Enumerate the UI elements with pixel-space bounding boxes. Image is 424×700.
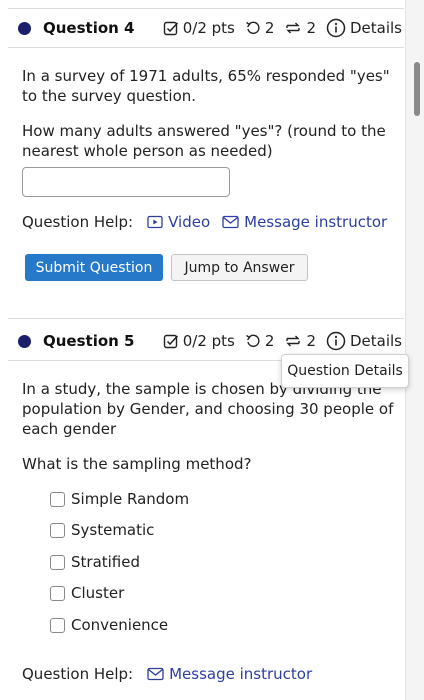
retry-icon [245, 20, 261, 36]
option-checkbox[interactable] [50, 522, 65, 538]
mail-icon [222, 215, 239, 229]
retries-count: 2 [264, 19, 275, 37]
scrollbar-thumb[interactable] [414, 62, 420, 116]
message-instructor-link[interactable]: Message instructor [222, 213, 387, 231]
top-divider [8, 8, 404, 9]
question-status-dot [18, 334, 31, 348]
submit-question-button[interactable]: Submit Question [25, 254, 163, 281]
details-link[interactable]: Details [350, 332, 402, 350]
option-stratified[interactable]: Stratified [50, 553, 140, 571]
video-icon [147, 215, 163, 229]
info-icon[interactable] [326, 18, 346, 38]
jump-to-answer-button[interactable]: Jump to Answer [171, 254, 308, 281]
question-4-header-divider [8, 47, 404, 48]
question-status-dot [18, 21, 31, 35]
question-5-header: Question 5 0/2 pts 2 2 Details [18, 328, 402, 354]
attempts-icon [284, 333, 302, 349]
option-checkbox[interactable] [50, 617, 65, 633]
option-checkbox[interactable] [50, 491, 65, 507]
answer-input[interactable] [22, 167, 230, 197]
video-link-label: Video [168, 213, 211, 231]
info-icon[interactable] [326, 331, 346, 351]
question-meta: 0/2 pts 2 2 Details [163, 331, 402, 351]
option-checkbox[interactable] [50, 554, 65, 570]
retries-count: 2 [264, 332, 275, 350]
section-divider [8, 318, 404, 319]
retry-icon [245, 333, 261, 349]
question-4-header: Question 4 0/2 pts 2 2 Details [18, 15, 402, 41]
option-label: Simple Random [71, 490, 190, 508]
question-4-help: Question Help: Video Message instructor [22, 213, 399, 231]
option-convenience[interactable]: Convenience [50, 616, 168, 634]
question-title: Question 5 [43, 332, 135, 350]
question-4-prompt: How many adults answered "yes"? (round t… [22, 122, 386, 160]
details-link[interactable]: Details [350, 19, 402, 37]
help-label: Question Help: [22, 665, 134, 683]
option-label: Convenience [71, 616, 169, 634]
option-systematic[interactable]: Systematic [50, 521, 154, 539]
attempts-count: 2 [306, 332, 316, 350]
question-5-prompt: What is the sampling method? [22, 455, 252, 473]
points-text: 0/2 pts [182, 332, 235, 350]
message-instructor-label: Message instructor [244, 213, 388, 231]
help-label: Question Help: [22, 213, 134, 231]
question-4-text: In a survey of 1971 adults, 65% responde… [22, 67, 390, 105]
points-text: 0/2 pts [182, 19, 235, 37]
question-details-tooltip: Question Details [281, 354, 409, 388]
question-title: Question 4 [43, 19, 135, 37]
option-checkbox[interactable] [50, 585, 65, 601]
question-meta: 0/2 pts 2 2 Details [163, 18, 402, 38]
attempts-icon [284, 20, 302, 36]
attempts-count: 2 [306, 19, 316, 37]
option-label: Systematic [71, 521, 155, 539]
option-simple-random[interactable]: Simple Random [50, 490, 189, 508]
message-instructor-label: Message instructor [169, 665, 313, 683]
score-checkbox-icon [163, 20, 179, 36]
score-checkbox-icon [163, 333, 179, 349]
option-cluster[interactable]: Cluster [50, 584, 124, 602]
content-pane: Question 4 0/2 pts 2 2 Details In a surv… [0, 0, 409, 700]
message-instructor-link[interactable]: Message instructor [147, 665, 312, 683]
mail-icon [147, 667, 164, 681]
video-link[interactable]: Video [147, 213, 210, 231]
question-5-text: In a study, the sample is chosen by divi… [22, 380, 394, 438]
option-label: Cluster [71, 584, 125, 602]
question-5-help: Question Help: Message instructor [22, 665, 324, 683]
option-label: Stratified [71, 553, 141, 571]
